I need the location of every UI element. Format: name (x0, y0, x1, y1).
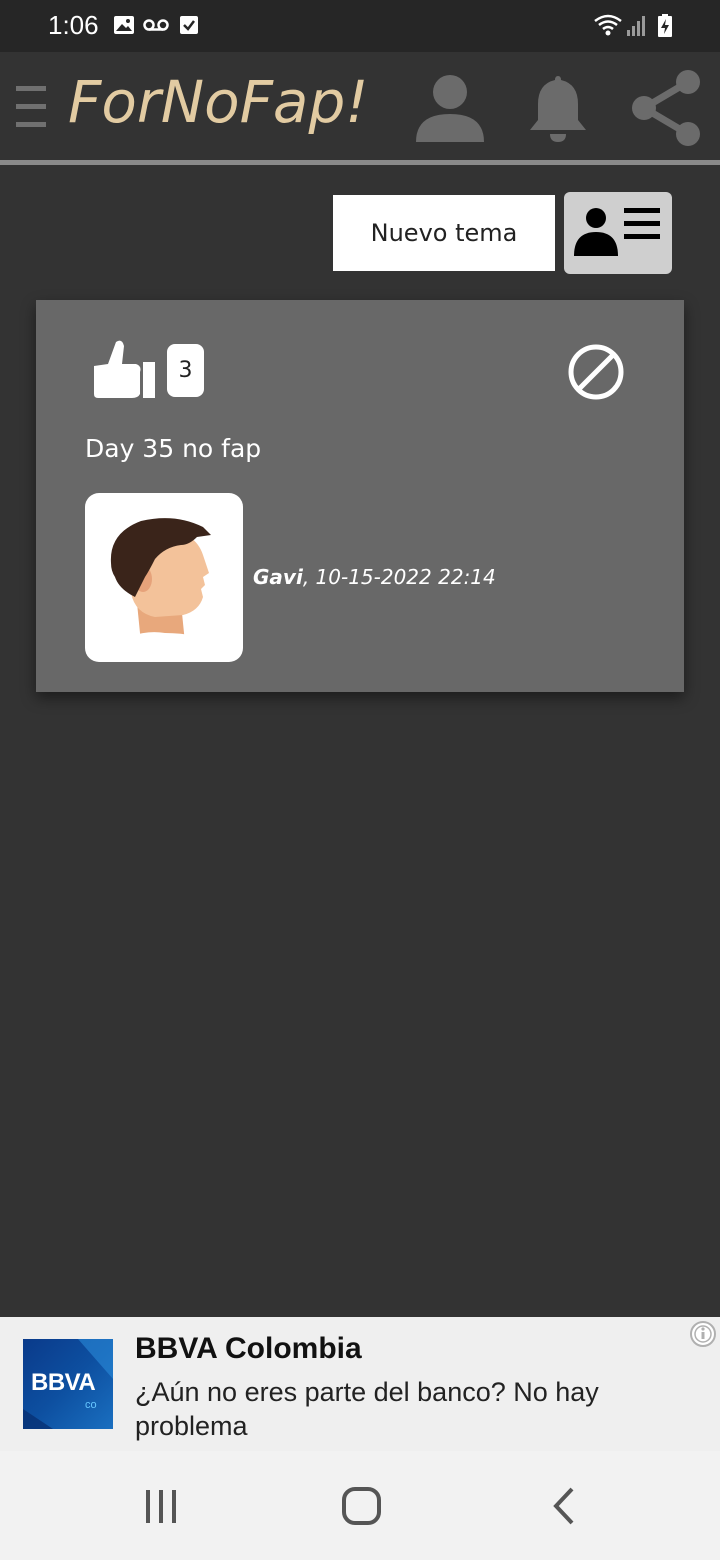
signal-icon (627, 16, 645, 36)
user-list-icon (574, 208, 660, 256)
new-topic-button[interactable]: Nuevo tema (333, 195, 555, 271)
post-card[interactable]: 3 Day 35 no fap Gavi, 10-15-2022 22:14 (36, 300, 684, 692)
thumbs-up-icon[interactable] (92, 338, 158, 400)
bell-icon[interactable] (526, 72, 590, 144)
voicemail-icon (143, 19, 169, 31)
battery-charging-icon (658, 14, 672, 37)
status-time: 1:06 (48, 10, 99, 40)
ad-description[interactable]: ¿Aún no eres parte del banco? No hay pro… (135, 1375, 675, 1443)
ad-logo-sub: co (85, 1399, 97, 1411)
post-meta: Gavi, 10-15-2022 22:14 (253, 565, 496, 589)
screen: 1:06 ForNoFap! Nuevo tema 3 Day 35 no fa… (0, 0, 720, 1560)
system-nav-bar (0, 1451, 720, 1560)
ad-logo[interactable]: BBVA co (23, 1339, 113, 1429)
profile-list-button[interactable] (564, 192, 672, 274)
app-logo: ForNoFap! (68, 68, 369, 136)
wifi-icon (594, 14, 622, 36)
home-icon[interactable] (340, 1485, 384, 1527)
ad-title[interactable]: BBVA Colombia (135, 1332, 362, 1366)
header-divider (0, 160, 720, 165)
block-icon[interactable] (566, 342, 626, 402)
share-icon[interactable] (628, 68, 704, 148)
user-icon[interactable] (414, 72, 486, 144)
avatar-portrait (110, 518, 215, 662)
post-author[interactable]: Gavi (253, 565, 303, 589)
image-icon (114, 16, 134, 34)
recent-apps-icon[interactable] (140, 1487, 182, 1527)
checkbox-icon (180, 16, 198, 34)
menu-icon[interactable] (16, 86, 48, 128)
status-bar: 1:06 (0, 0, 720, 52)
post-title[interactable]: Day 35 no fap (85, 434, 261, 463)
post-timestamp: , 10-15-2022 22:14 (302, 565, 496, 589)
back-icon[interactable] (548, 1485, 580, 1527)
ad-logo-text: BBVA (31, 1369, 96, 1396)
ad-info-icon[interactable] (689, 1320, 717, 1348)
like-count: 3 (167, 344, 204, 397)
ad-banner[interactable]: BBVA co BBVA Colombia ¿Aún no eres parte… (0, 1317, 720, 1451)
avatar[interactable] (85, 493, 243, 662)
